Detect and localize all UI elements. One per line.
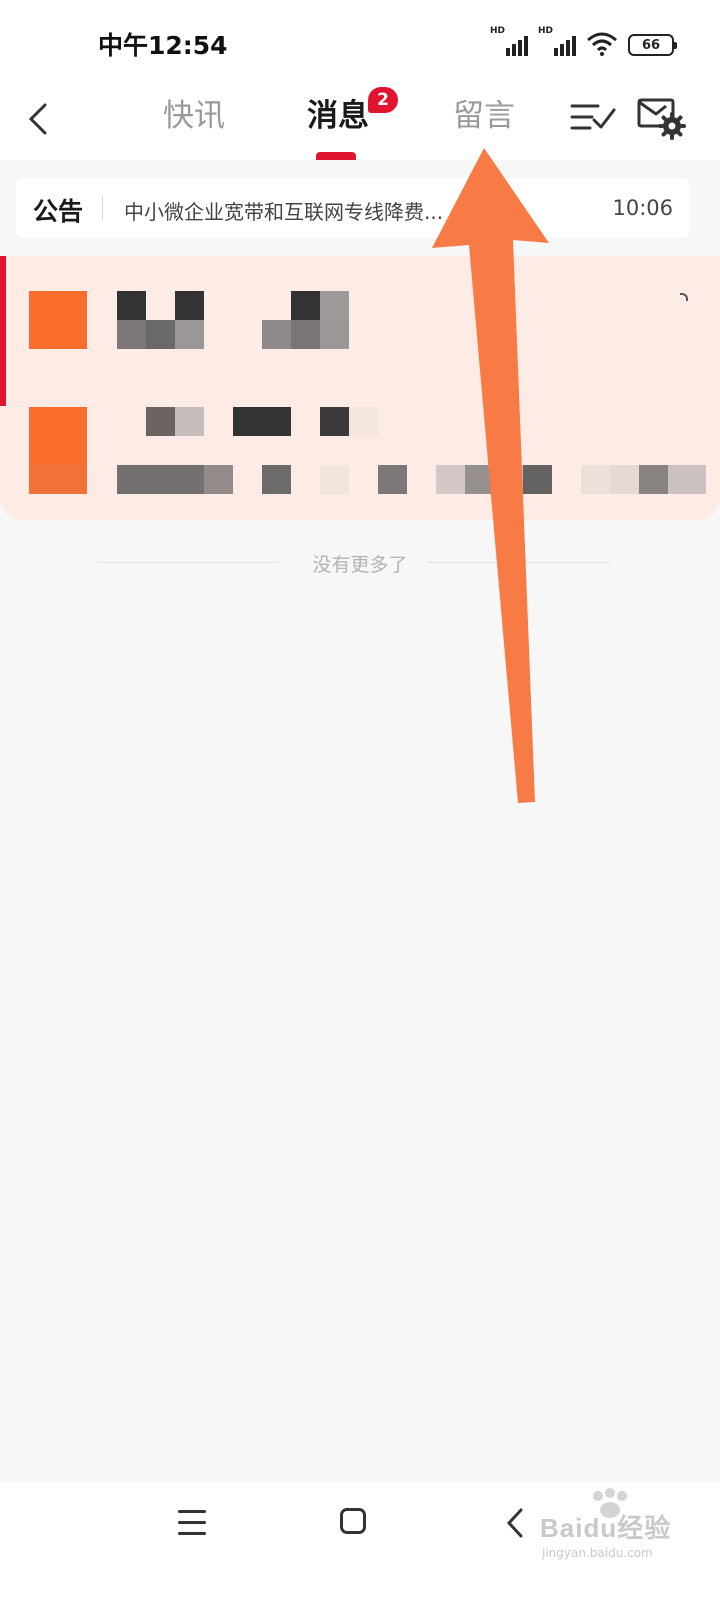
message-card[interactable] — [0, 256, 720, 520]
mail-settings-icon — [637, 98, 686, 140]
home-icon[interactable] — [340, 1508, 366, 1534]
avatar — [29, 291, 87, 349]
navigation-bar: Baidu经验 jingyan.baidu.com — [0, 1482, 720, 1600]
unread-badge: 2 — [368, 87, 398, 113]
battery-icon: 66 — [628, 34, 677, 56]
loading-icon — [680, 293, 688, 301]
cellular-signal-icon: HD — [538, 26, 576, 56]
status-bar: 中午12:54 HD HD 66 — [0, 0, 720, 82]
announcement-bar[interactable]: 公告 中小微企业宽带和互联网专线降费... 10:06 — [16, 178, 690, 238]
wifi-icon — [587, 32, 617, 56]
mark-all-read-button[interactable] — [568, 94, 618, 140]
unread-accent-bar — [0, 256, 6, 406]
chevron-left-icon — [28, 103, 47, 135]
announcement-label: 公告 — [33, 197, 84, 226]
annotation-arrow-icon — [432, 148, 549, 803]
avatar — [29, 407, 87, 494]
divider — [428, 562, 610, 563]
watermark-text: Baidu经验 — [540, 1513, 672, 1543]
network-type-label: HD — [538, 26, 554, 36]
list-end-indicator: 没有更多了 — [0, 549, 720, 577]
network-type-label: HD — [490, 26, 506, 36]
announcement-time: 10:06 — [612, 196, 673, 220]
tab-comments[interactable]: 留言 — [453, 90, 515, 135]
watermark-url: jingyan.baidu.com — [542, 1546, 653, 1560]
message-settings-button[interactable] — [636, 92, 686, 142]
baidu-jingyan-watermark: Baidu经验 jingyan.baidu.com — [540, 1488, 710, 1596]
active-tab-indicator — [316, 152, 356, 160]
status-time: 中午12:54 — [98, 31, 228, 60]
menu-icon[interactable] — [178, 1510, 206, 1536]
cellular-signal-icon: HD — [490, 26, 528, 56]
status-icons: HD HD 66 — [490, 26, 677, 56]
list-end-text: 没有更多了 — [312, 554, 408, 576]
back-icon[interactable] — [503, 1506, 527, 1540]
list-check-icon — [570, 104, 616, 130]
divider — [102, 195, 103, 221]
back-button[interactable] — [18, 94, 58, 144]
tab-news[interactable]: 快讯 — [163, 90, 225, 135]
announcement-text: 中小微企业宽带和互联网专线降费... — [124, 200, 444, 224]
tab-messages[interactable]: 消息 — [307, 90, 369, 135]
header: 快讯 消息 2 留言 — [0, 82, 720, 160]
